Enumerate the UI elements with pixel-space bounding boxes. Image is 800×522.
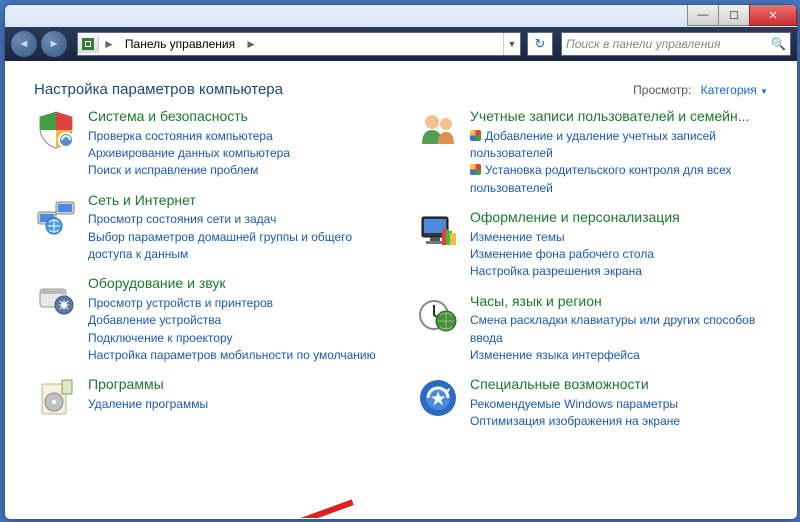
hardware-icon[interactable]: [34, 275, 78, 319]
category-title[interactable]: Программы: [88, 376, 386, 394]
address-bar[interactable]: ► Панель управления ► ▼: [77, 32, 521, 56]
content-pane: Настройка параметров компьютера Просмотр…: [6, 63, 796, 518]
category-title[interactable]: Специальные возможности: [470, 376, 768, 394]
forward-button[interactable]: ►: [41, 31, 67, 57]
category-block: Оборудование и звук Просмотр устройств и …: [34, 275, 386, 364]
shield-icon[interactable]: [34, 108, 78, 152]
view-by-value[interactable]: Категория: [701, 83, 757, 97]
category-link[interactable]: Настройка параметров мобильности по умол…: [88, 347, 386, 364]
refresh-button[interactable]: ↻: [527, 32, 553, 56]
category-block: Часы, язык и регионСмена раскладки клави…: [416, 293, 768, 365]
category-link[interactable]: Оптимизация изображения на экране: [470, 413, 768, 430]
category-block: Сеть и ИнтернетПросмотр состояния сети и…: [34, 192, 386, 264]
category-column-right: Учетные записи пользователей и семейн...…: [416, 108, 768, 431]
close-button[interactable]: ✕: [749, 5, 797, 26]
minimize-button[interactable]: —: [687, 5, 719, 26]
category-block: Система и безопасность Проверка состояния…: [34, 108, 386, 180]
category-title[interactable]: Учетные записи пользователей и семейн...: [470, 108, 768, 126]
category-link[interactable]: Просмотр устройств и принтеров: [88, 295, 386, 312]
breadcrumb-sep-icon[interactable]: ►: [241, 37, 261, 51]
category-body: Оборудование и звук Просмотр устройств и …: [88, 275, 386, 364]
address-dropdown-icon[interactable]: ▼: [503, 33, 520, 55]
category-link[interactable]: Настройка разрешения экрана: [470, 263, 768, 280]
category-block: Специальные возможности Рекомендуемые Win…: [416, 376, 768, 430]
category-link[interactable]: Подключение к проектору: [88, 330, 386, 347]
category-body: Учетные записи пользователей и семейн...…: [470, 108, 768, 197]
category-body: Часы, язык и регионСмена раскладки клави…: [470, 293, 768, 365]
clock-icon[interactable]: [416, 293, 460, 337]
category-link[interactable]: Смена раскладки клавиатуры или других сп…: [470, 312, 768, 347]
control-panel-icon: [78, 35, 99, 53]
category-column-left: Система и безопасность Проверка состояния…: [34, 108, 386, 431]
category-link[interactable]: Изменение языка интерфейса: [470, 347, 768, 364]
category-link[interactable]: Просмотр состояния сети и задач: [88, 211, 386, 228]
category-link[interactable]: Добавление и удаление учетных записей по…: [470, 128, 768, 163]
category-block: Оформление и персонализация Изменение тем…: [416, 209, 768, 281]
titlebar: — ☐ ✕: [5, 5, 797, 27]
search-input[interactable]: Поиск в панели управления 🔍: [561, 32, 791, 56]
maximize-button[interactable]: ☐: [718, 5, 750, 26]
breadcrumb-sep-icon: ►: [99, 37, 119, 51]
category-link[interactable]: Изменение темы: [470, 229, 768, 246]
category-link[interactable]: Архивирование данных компьютера: [88, 145, 386, 162]
control-panel-window: — ☐ ✕ ◄ ► ► Панель управления ► ▼ ↻ Поис…: [4, 4, 798, 520]
appearance-icon[interactable]: [416, 209, 460, 253]
category-block: Программы Удаление программы: [34, 376, 386, 420]
navigation-bar: ◄ ► ► Панель управления ► ▼ ↻ Поиск в па…: [5, 27, 797, 61]
category-body: Оформление и персонализация Изменение тем…: [470, 209, 768, 281]
category-body: Программы Удаление программы: [88, 376, 386, 420]
category-link[interactable]: Рекомендуемые Windows параметры: [470, 396, 768, 413]
category-body: Специальные возможности Рекомендуемые Win…: [470, 376, 768, 430]
programs-icon[interactable]: [34, 376, 78, 420]
page-title: Настройка параметров компьютера: [34, 81, 283, 98]
ease-icon[interactable]: [416, 376, 460, 420]
category-link[interactable]: Добавление устройства: [88, 312, 386, 329]
category-title[interactable]: Часы, язык и регион: [470, 293, 768, 311]
category-title[interactable]: Сеть и Интернет: [88, 192, 386, 210]
back-button[interactable]: ◄: [11, 31, 37, 57]
view-by-label: Просмотр:: [633, 83, 691, 97]
breadcrumb-item[interactable]: Панель управления: [119, 37, 241, 51]
category-body: Сеть и ИнтернетПросмотр состояния сети и…: [88, 192, 386, 264]
search-icon[interactable]: 🔍: [771, 37, 786, 51]
category-title[interactable]: Оборудование и звук: [88, 275, 386, 293]
search-placeholder: Поиск в панели управления: [566, 37, 721, 51]
users-icon[interactable]: [416, 108, 460, 152]
category-title[interactable]: Система и безопасность: [88, 108, 386, 126]
category-link[interactable]: Удаление программы: [88, 396, 386, 413]
category-link[interactable]: Изменение фона рабочего стола: [470, 246, 768, 263]
category-link[interactable]: Проверка состояния компьютера: [88, 128, 386, 145]
category-link[interactable]: Установка родительского контроля для все…: [470, 162, 768, 197]
category-title[interactable]: Оформление и персонализация: [470, 209, 768, 227]
category-block: Учетные записи пользователей и семейн...…: [416, 108, 768, 197]
category-link[interactable]: Поиск и исправление проблем: [88, 162, 386, 179]
view-by-control[interactable]: Просмотр: Категория ▼: [633, 83, 768, 97]
category-link[interactable]: Выбор параметров домашней группы и общег…: [88, 229, 386, 264]
network-icon[interactable]: [34, 192, 78, 236]
chevron-down-icon[interactable]: ▼: [760, 87, 768, 96]
annotation-arrow: [248, 499, 353, 518]
category-body: Система и безопасность Проверка состояния…: [88, 108, 386, 180]
